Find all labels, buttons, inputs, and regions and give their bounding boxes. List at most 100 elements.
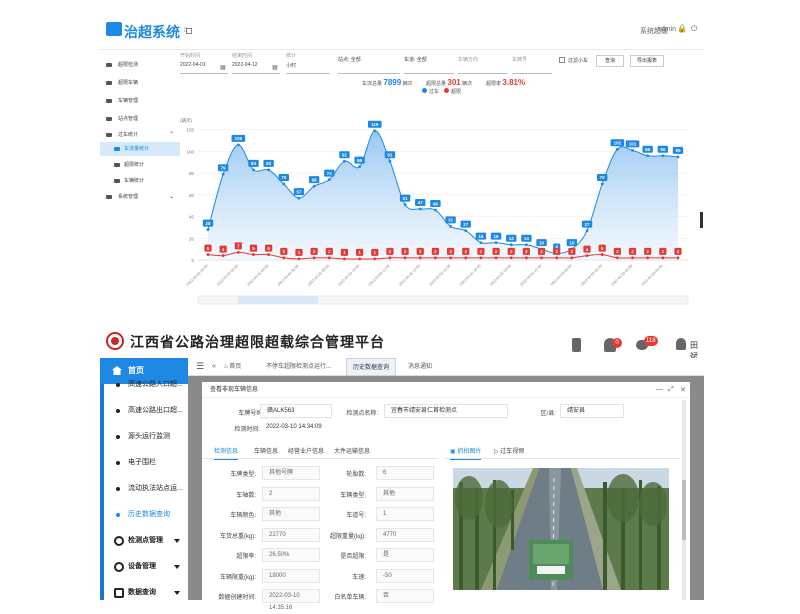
total-data-label: 31 [448,218,454,223]
tab-history-query[interactable]: 历史数据查询 [346,358,397,376]
legend-total-swatch [422,88,427,93]
alert-badge: 0 [612,338,622,348]
total-data-label: 95 [675,148,681,153]
snapshot-photo[interactable] [453,468,669,590]
tab-notifications[interactable]: 消息通知 [402,358,438,376]
chart-scrollbar[interactable] [700,212,703,228]
menu-item-source-monitor[interactable]: 源头运行监测 [104,424,188,450]
site-select[interactable]: 站点: 全部 [338,52,400,74]
sidebar-menu: 高速公路入口超... 高速公路出口超... 源头运行监测 电子围栏 流动执法站点… [104,381,188,600]
sidebar-item-flow-stats[interactable]: 车流量统计 [100,142,180,156]
over-point [312,256,316,260]
total-point [221,172,225,176]
menu-item-highway-exit[interactable]: 高速公路出口超... [104,398,188,424]
total-data-label: 106 [235,136,243,141]
phone-icon[interactable] [572,338,581,352]
chart-icon [114,147,120,151]
calendar-icon: ▦ [272,65,278,71]
x-tick-label: 2022-04-02 02:00 [216,264,239,287]
minimize-icon[interactable]: — [656,386,663,393]
subtab-oversize[interactable]: 大件运输信息 [334,446,370,455]
stats-icon [106,133,112,137]
phototab-video[interactable]: ▷ 过车视频 [494,446,524,455]
detect-field-label: 车辆颜色: [230,513,256,519]
lock-icon[interactable]: 🔒 [677,24,687,33]
menu-group-data-query[interactable]: 数据查询 [104,580,188,606]
menu-group-device[interactable]: 设备管理 [104,554,188,580]
over-point [252,253,255,256]
direction-select[interactable]: 车辆方向 [458,52,508,74]
sidebar-item-traffic-stats[interactable]: 过车统计 ⌃ [100,128,180,142]
detect-field-value: 是 [376,548,434,562]
x-tick-label: 2022-04-03 04:00 [610,264,633,287]
total-point [358,165,362,169]
menu-item-mobile-enforcement[interactable]: 流动执法站点运... [104,476,188,502]
lane-select[interactable]: 车道: 全部 [404,52,454,74]
search-button[interactable]: 查询 [596,55,624,67]
total-point [615,147,619,151]
maximize-icon[interactable]: ⤢ [668,386,674,394]
menu-item-history-query[interactable]: 历史数据查询 [104,502,188,528]
sidebar-item-overload-detect[interactable]: 超限检测 [100,58,180,72]
tab-home[interactable]: ⌂ 首页 [218,358,247,376]
total-data-label: 16 [494,234,500,239]
sidebar-item-vehicle-mgmt[interactable]: 车辆管理 [100,94,180,108]
menu-item-highway-entry[interactable]: 高速公路入口超... [104,372,188,398]
over-point [585,254,589,258]
total-data-label: 70 [600,175,606,180]
truck-logo-icon [106,22,122,36]
over-point [449,256,452,260]
over-point [403,256,407,260]
total-point [449,224,452,228]
subtab-operator[interactable]: 经营业户信息 [288,446,324,455]
y-tick-label: 60 [189,193,195,198]
over-point [570,256,574,260]
subtab-vehicle[interactable]: 车辆信息 [254,446,278,455]
total-data-label: 27 [585,222,591,227]
tab-checkpoint-ops[interactable]: 不停车超限检测点运行... [260,358,337,376]
detect-field-label: 车辆限重(kg): [219,574,256,581]
total-point [388,159,392,163]
x-tick-label: 2022-04-02 16:00 [428,264,451,287]
sidebar-item-vehicle-stats[interactable]: 车辆统计 [100,174,180,188]
over-point [267,253,271,256]
scroll-thumb[interactable] [682,480,686,540]
user-avatar-icon[interactable] [676,338,686,350]
sidebar-item-site-mgmt[interactable]: 站点管理 [100,112,180,126]
power-icon[interactable]: ⏻ [691,24,697,34]
period-select[interactable]: 统计 小时 [286,52,330,74]
over-point [358,257,362,261]
close-icon[interactable]: ✕ [680,386,686,394]
legend-total-label[interactable]: 过车 [429,88,439,95]
total-point [252,168,255,172]
sidebar-item-overload-vehicles[interactable]: 超限车辆 [100,76,180,90]
plate-input[interactable]: 车牌号 [512,52,552,74]
user-name[interactable]: admin [657,26,676,33]
x-tick-label: 2022-04-03 02:00 [580,264,603,287]
total-data-label: 91 [387,152,393,157]
database-icon [114,588,124,598]
over-point [676,256,680,260]
legend-over-label[interactable]: 超限 [451,88,461,95]
total-data-label: 10 [569,240,575,245]
summary-over: 超限总量 301 辆次 [426,78,473,87]
traffic-chart: (辆次) 0 20 40 60 80 100 120 28 79 106 83 83 70 57 68 74 91… [180,117,689,305]
modal-scrollbar[interactable] [682,400,686,600]
checkpoint-icon [114,536,124,546]
x-tick-label: 2022-04-02 08:00 [307,264,330,287]
sidebar-item-overload-stats[interactable]: 超限统计 [100,158,180,172]
caret-down-icon [174,591,180,598]
zoom-slider-window [238,296,318,304]
menu-group-checkpoint[interactable]: 检测点管理 [104,528,188,554]
menu-item-geofence[interactable]: 电子围栏 [104,450,188,476]
summary-total: 车流总量 7899 辆次 [362,78,413,87]
grid-icon[interactable]: ⁞⁞ [184,28,187,34]
x-tick-label: 2022-04-02 06:00 [277,264,300,287]
chevron-up-icon: ⌃ [168,132,174,138]
over-point [615,256,619,260]
total-point [327,178,331,182]
sidebar-item-system-mgmt[interactable]: 系统管理 ⌄ [100,190,180,204]
exclude-small-checkbox[interactable] [559,57,565,63]
platform-title: 江西省公路治理超限超载综合管理平台 [130,334,385,350]
export-button[interactable]: 导出报表 [630,55,664,67]
